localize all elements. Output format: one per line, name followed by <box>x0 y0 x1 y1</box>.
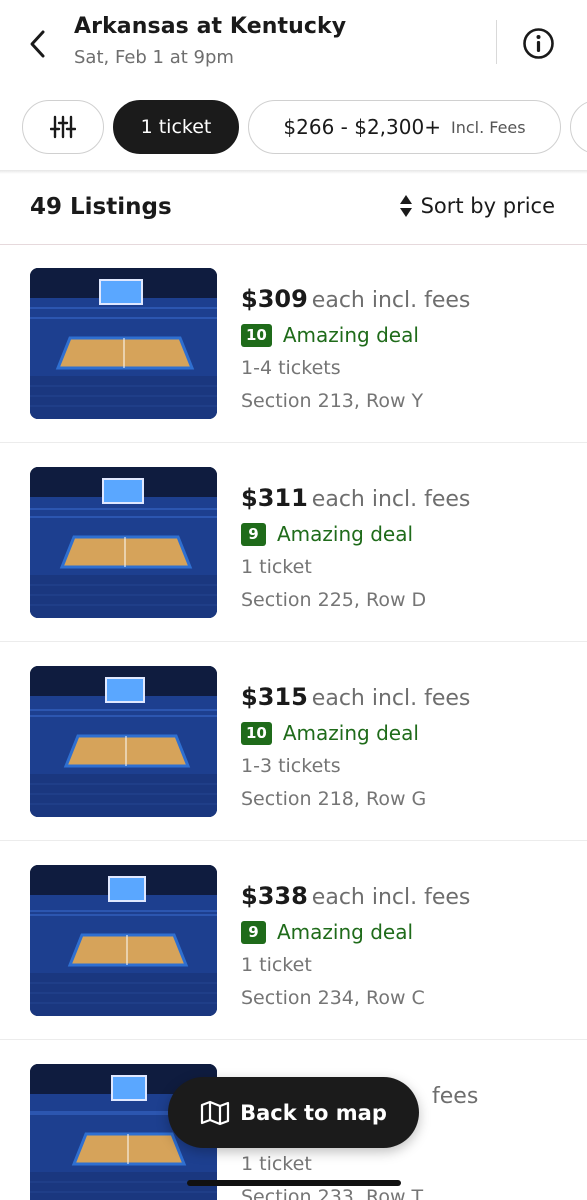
listing-price: $309 <box>241 285 308 313</box>
deal-rating: 10 Amazing deal <box>241 721 419 745</box>
price-suffix: each incl. fees <box>311 686 471 711</box>
deal-label: Amazing deal <box>282 323 419 347</box>
price-line: $338 each incl. fees <box>241 882 470 910</box>
ticket-quantity: 1-3 tickets <box>241 755 341 777</box>
event-info: Arkansas at Kentucky Sat, Feb 1 at 9pm <box>74 14 346 68</box>
deal-label: Amazing deal <box>277 920 414 944</box>
price-range-label: $266 - $2,300+ <box>283 115 441 139</box>
price-line: $309 each incl. fees <box>241 285 470 313</box>
listing-price: $338 <box>241 882 308 910</box>
listing-price: $311 <box>241 484 308 512</box>
ticket-quantity: 1 ticket <box>241 556 312 578</box>
section-row: Section 218, Row G <box>241 788 427 810</box>
info-button[interactable] <box>522 27 555 60</box>
price-fees-note: Incl. Fees <box>450 117 526 137</box>
sort-button[interactable]: Sort by price <box>399 194 555 218</box>
seat-view-image <box>30 268 217 419</box>
listing-row[interactable]: $309 each incl. fees 10 Amazing deal 1-4 t… <box>0 245 587 443</box>
sort-label: Sort by price <box>420 194 555 218</box>
event-title: Arkansas at Kentucky <box>74 14 347 39</box>
sort-arrows-icon <box>399 195 412 217</box>
ticket-quantity: 1 ticket <box>241 1153 312 1175</box>
deal-score-badge: 10 <box>241 721 272 745</box>
ticket-quantity: 1 ticket <box>241 954 312 976</box>
seat-view-image <box>30 865 217 1016</box>
map-icon <box>201 1100 230 1125</box>
price-line: $311 each incl. fees <box>241 484 470 512</box>
more-filter-chip[interactable] <box>570 100 587 154</box>
price-suffix: each incl. fees <box>311 288 471 313</box>
listing-row[interactable]: $311 each incl. fees 9 Amazing deal 1 tick… <box>0 444 587 642</box>
ticket-quantity: 1-4 tickets <box>241 357 341 379</box>
sliders-icon <box>50 115 76 139</box>
filter-chips: 1 ticket $266 - $2,300+ Incl. Fees <box>0 100 587 156</box>
back-to-map-label: Back to map <box>240 1100 387 1125</box>
event-date: Sat, Feb 1 at 9pm <box>74 47 234 68</box>
price-suffix: each incl. fees <box>311 487 471 512</box>
list-header: 49 Listings Sort by price <box>0 174 587 244</box>
deal-label: Amazing deal <box>277 522 414 546</box>
price-line: fees <box>428 1081 478 1109</box>
chevron-left-icon <box>30 30 45 58</box>
deal-score-badge: 9 <box>241 920 266 944</box>
top-bar: Arkansas at Kentucky Sat, Feb 1 at 9pm <box>0 0 587 90</box>
quantity-label: 1 ticket <box>140 116 212 138</box>
info-circle-icon <box>523 28 554 59</box>
deal-score-badge: 9 <box>241 522 266 546</box>
header-divider <box>496 20 497 64</box>
listing-price: $315 <box>241 683 308 711</box>
deal-label: Amazing deal <box>282 721 419 745</box>
price-suffix: fees <box>432 1084 479 1109</box>
section-row: Section 234, Row C <box>241 987 425 1009</box>
quantity-chip[interactable]: 1 ticket <box>113 100 239 154</box>
back-to-map-button[interactable]: Back to map <box>168 1077 419 1148</box>
section-row: Section 225, Row D <box>241 589 427 611</box>
section-row: Section 213, Row Y <box>241 390 424 412</box>
filters-button[interactable] <box>22 100 104 154</box>
home-indicator <box>187 1180 401 1186</box>
listing-row[interactable]: $338 each incl. fees 9 Amazing deal 1 tick… <box>0 842 587 1040</box>
price-suffix: each incl. fees <box>311 885 471 910</box>
listing-row[interactable]: $315 each incl. fees 10 Amazing deal 1-3 t… <box>0 643 587 841</box>
deal-score-badge: 10 <box>241 323 272 347</box>
price-line: $315 each incl. fees <box>241 683 470 711</box>
deal-rating: 10 Amazing deal <box>241 323 419 347</box>
deal-rating: 9 Amazing deal <box>241 920 413 944</box>
seat-view-image <box>30 666 217 817</box>
back-button[interactable] <box>22 24 54 64</box>
seat-view-image <box>30 467 217 618</box>
section-row: Section 233, Row T <box>241 1186 424 1200</box>
deal-rating: 9 Amazing deal <box>241 522 413 546</box>
listings-count: 49 Listings <box>30 194 172 220</box>
price-range-chip[interactable]: $266 - $2,300+ Incl. Fees <box>248 100 561 154</box>
